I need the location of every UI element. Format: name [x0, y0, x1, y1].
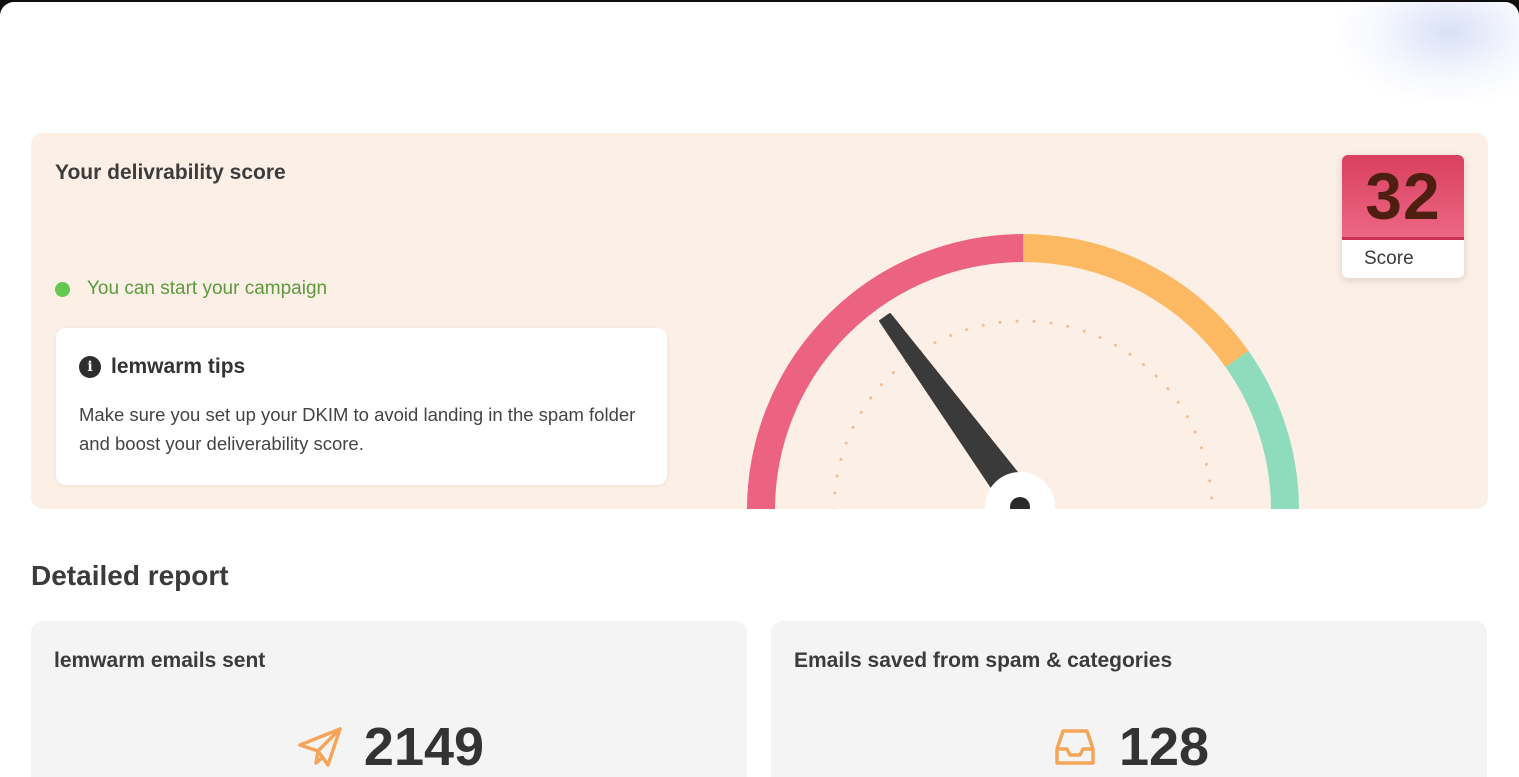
emails-sent-value-row: 2149	[31, 716, 747, 777]
score-value: 32	[1365, 159, 1441, 233]
gauge-segment-high	[1225, 350, 1299, 509]
deliverability-gauge	[747, 234, 1299, 509]
deliverability-score-panel: Your delivrability score You can start y…	[31, 133, 1488, 509]
emails-saved-card: Emails saved from spam & categories 128	[771, 621, 1487, 777]
inbox-tray-icon	[1049, 721, 1101, 773]
score-label: Score	[1364, 248, 1414, 269]
emails-saved-value-row: 128	[771, 716, 1487, 777]
gauge-needle	[879, 313, 1029, 501]
score-badge: 32 Score	[1342, 155, 1464, 278]
paper-plane-icon	[294, 721, 346, 773]
emails-sent-title: lemwarm emails sent	[54, 649, 266, 672]
detailed-report-title: Detailed report	[31, 560, 229, 591]
emails-saved-value: 128	[1118, 717, 1210, 777]
emails-sent-value: 2149	[363, 717, 485, 777]
emails-sent-card: lemwarm emails sent 2149	[31, 621, 747, 777]
background-glow	[1339, 2, 1519, 102]
score-value-box: 32	[1342, 155, 1464, 240]
app-window: Your delivrability score You can start y…	[0, 2, 1519, 777]
emails-saved-title: Emails saved from spam & categories	[794, 649, 1173, 672]
gauge-segment-mid	[1022, 234, 1249, 368]
